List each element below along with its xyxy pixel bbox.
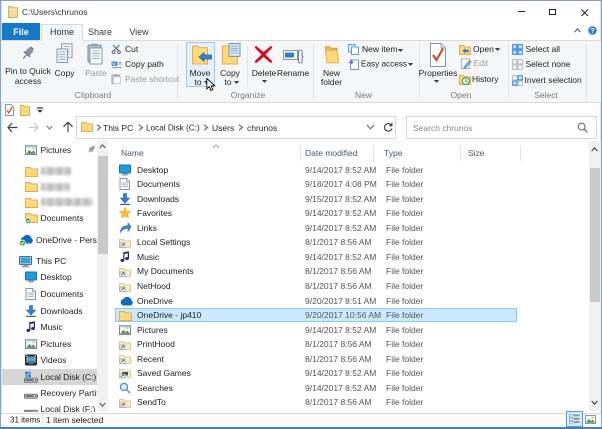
svg-text:?: ? — [590, 28, 594, 35]
